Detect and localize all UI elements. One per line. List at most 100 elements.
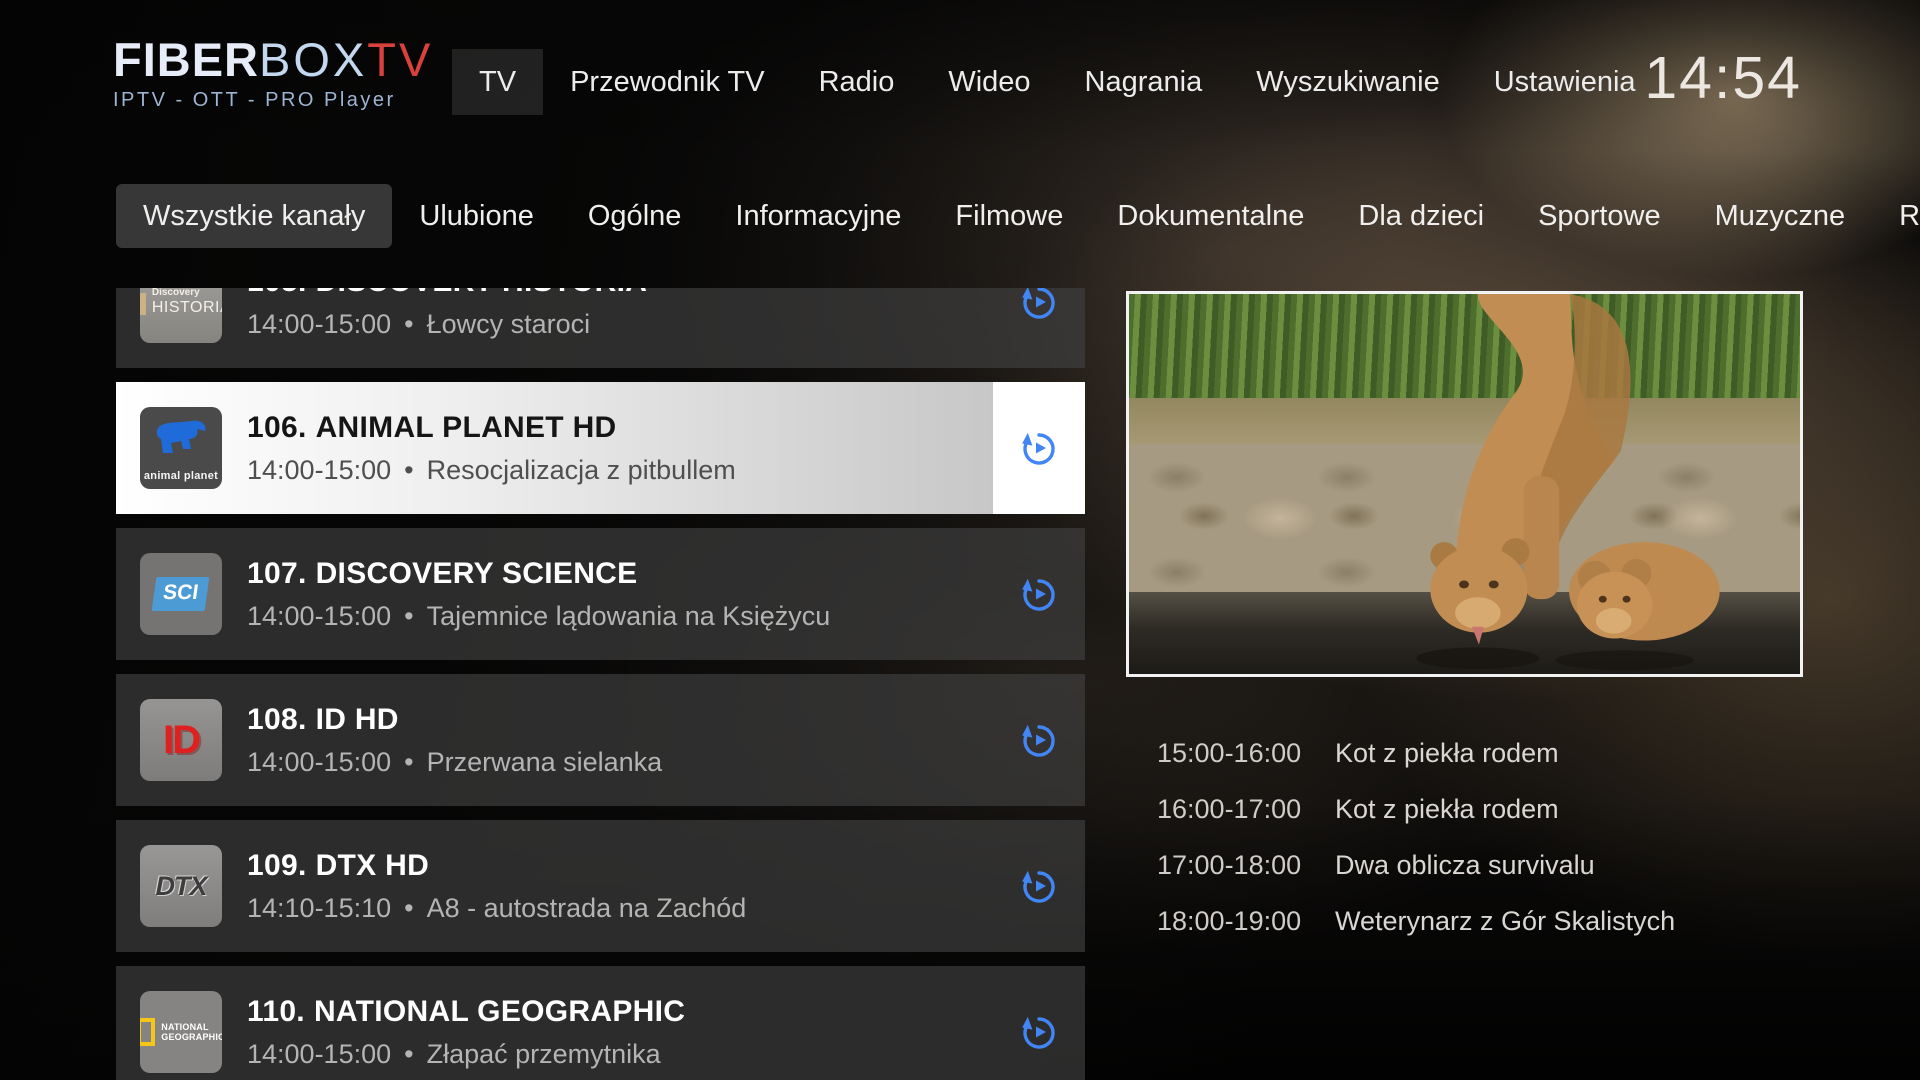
channel-title: 107.DISCOVERY SCIENCE xyxy=(247,557,830,591)
category-dla-dzieci[interactable]: Dla dzieci xyxy=(1331,184,1511,248)
channel-row-109[interactable]: DTX 109.DTX HD 14:10-15:10•A8 - autostra… xyxy=(116,820,1085,952)
category-label: Ogólne xyxy=(588,200,682,233)
category-dokumentalne[interactable]: Dokumentalne xyxy=(1090,184,1331,248)
channel-row-110[interactable]: NATIONAL GEOGRAPHIC 110.NATIONAL GEOGRAP… xyxy=(116,966,1085,1080)
channel-row-105[interactable]: Discovery HISTORIA 105.DISCOVERY HISTORI… xyxy=(116,288,1085,368)
channel-number: 110. xyxy=(247,995,305,1028)
channel-title: 105.DISCOVERY HISTORIA xyxy=(247,288,647,299)
category-label: Ulubione xyxy=(419,200,533,233)
program-time: 14:00-15:00 xyxy=(247,309,391,339)
program-time: 14:00-15:00 xyxy=(247,455,391,485)
category-label: Muzyczne xyxy=(1715,200,1846,233)
nav-item-label: TV xyxy=(479,66,516,99)
logo-text: SCI xyxy=(152,577,210,611)
program-title: Resocjalizacja z pitbullem xyxy=(427,455,736,485)
catchup-button[interactable] xyxy=(993,382,1085,514)
program-time: 14:00-15:00 xyxy=(247,601,391,631)
channel-name: DISCOVERY HISTORIA xyxy=(316,288,648,298)
lions-drinking-illustration xyxy=(1129,294,1800,674)
nav-item-label: Radio xyxy=(819,66,895,99)
channel-list: Discovery HISTORIA 105.DISCOVERY HISTORI… xyxy=(116,288,1085,1080)
channel-logo-national-geographic: NATIONAL GEOGRAPHIC xyxy=(140,991,222,1073)
national-geographic-yellow-frame-icon xyxy=(140,1018,155,1046)
schedule-time: 18:00-19:00 xyxy=(1157,906,1335,937)
discovery-historia-logo-icon xyxy=(140,288,147,319)
schedule-title: Weterynarz z Gór Skalistych xyxy=(1335,906,1675,937)
category-informacyjne[interactable]: Informacyjne xyxy=(708,184,928,248)
category-tabs: Wszystkie kanały Ulubione Ogólne Informa… xyxy=(116,184,1920,248)
catchup-button[interactable] xyxy=(993,528,1085,660)
channel-preview-video[interactable] xyxy=(1126,291,1803,677)
bullet-separator: • xyxy=(404,601,413,631)
channel-title: 108.ID HD xyxy=(247,703,662,737)
nav-item-label: Ustawienia xyxy=(1494,66,1636,99)
catchup-replay-icon xyxy=(1019,572,1059,616)
catchup-replay-icon xyxy=(1019,718,1059,762)
schedule-time: 16:00-17:00 xyxy=(1157,794,1335,825)
logo-text: Discovery xyxy=(152,288,222,298)
upcoming-schedule: 15:00-16:00 Kot z piekła rodem 16:00-17:… xyxy=(1157,725,1675,949)
program-time: 14:00-15:00 xyxy=(247,1039,391,1069)
channel-logo-discovery-science: SCI xyxy=(140,553,222,635)
nav-item-tv[interactable]: TV xyxy=(452,49,543,115)
category-wszystkie-kanaly[interactable]: Wszystkie kanały xyxy=(116,184,392,248)
bullet-separator: • xyxy=(404,455,413,485)
channel-row-107[interactable]: SCI 107.DISCOVERY SCIENCE 14:00-15:00•Ta… xyxy=(116,528,1085,660)
channel-title: 109.DTX HD xyxy=(247,849,746,883)
logo-fiber: FIBER xyxy=(113,33,259,86)
channel-row-106-selected[interactable]: animal planet 106. ANIMAL PLANET HD 14:00… xyxy=(116,382,1085,514)
program-title: Łowcy staroci xyxy=(427,309,591,339)
schedule-title: Kot z piekła rodem xyxy=(1335,794,1559,825)
catchup-button[interactable] xyxy=(993,966,1085,1080)
category-regionalne[interactable]: Regionalne xyxy=(1872,184,1920,248)
catchup-button[interactable] xyxy=(993,674,1085,806)
nav-item-wyszukiwanie[interactable]: Wyszukiwanie xyxy=(1229,49,1466,115)
app-logo: FIBERBOXTV IPTV - OTT - PRO Player xyxy=(113,36,433,112)
channel-now-playing: 14:10-15:10•A8 - autostrada na Zachód xyxy=(247,893,746,924)
channel-logo-discovery-historia: Discovery HISTORIA xyxy=(140,288,222,343)
catchup-button[interactable] xyxy=(993,288,1085,368)
nav-item-label: Wyszukiwanie xyxy=(1256,66,1439,99)
catchup-replay-icon xyxy=(1019,426,1059,470)
nav-item-nagrania[interactable]: Nagrania xyxy=(1058,49,1230,115)
channel-logo-id: ID xyxy=(140,699,222,781)
app-logo-wordmark: FIBERBOXTV xyxy=(113,36,433,83)
schedule-item: 17:00-18:00 Dwa oblicza survivalu xyxy=(1157,837,1675,893)
catchup-replay-icon xyxy=(1019,864,1059,908)
category-label: Wszystkie kanały xyxy=(143,200,365,233)
channel-name: ANIMAL PLANET HD xyxy=(316,411,617,444)
category-muzyczne[interactable]: Muzyczne xyxy=(1688,184,1873,248)
nav-item-label: Wideo xyxy=(948,66,1030,99)
channel-logo-animal-planet: animal planet xyxy=(140,407,222,489)
channel-name: DISCOVERY SCIENCE xyxy=(316,557,638,590)
program-title: A8 - autostrada na Zachód xyxy=(427,893,747,923)
channel-logo-dtx: DTX xyxy=(140,845,222,927)
channel-number: 108. xyxy=(247,703,307,736)
program-time: 14:00-15:00 xyxy=(247,747,391,777)
tv-app-screen: FIBERBOXTV IPTV - OTT - PRO Player TV Pr… xyxy=(0,0,1920,1080)
program-title: Złapać przemytnika xyxy=(427,1039,661,1069)
category-label: Filmowe xyxy=(955,200,1063,233)
bullet-separator: • xyxy=(404,1039,413,1069)
category-label: Regionalne xyxy=(1899,200,1920,233)
channel-now-playing: 14:00-15:00 • Złapać przemytnika xyxy=(247,1039,685,1070)
nav-item-wideo[interactable]: Wideo xyxy=(921,49,1057,115)
category-ogolne[interactable]: Ogólne xyxy=(561,184,709,248)
nav-item-radio[interactable]: Radio xyxy=(792,49,922,115)
logo-text: NATIONAL xyxy=(161,1022,222,1032)
channel-now-playing: 14:00-15:00 • Resocjalizacja z pitbullem xyxy=(247,455,736,486)
catchup-button[interactable] xyxy=(993,820,1085,952)
catchup-replay-icon xyxy=(1019,288,1059,324)
channel-row-108[interactable]: ID 108.ID HD 14:00-15:00•Przerwana siela… xyxy=(116,674,1085,806)
category-sportowe[interactable]: Sportowe xyxy=(1511,184,1688,248)
nav-item-przewodnik-tv[interactable]: Przewodnik TV xyxy=(543,49,792,115)
channel-number: 106. xyxy=(247,411,307,444)
program-time: 14:10-15:10 xyxy=(247,893,391,923)
logo-text: HISTORIA xyxy=(152,300,222,316)
nav-item-ustawienia[interactable]: Ustawienia xyxy=(1467,49,1663,115)
main-nav: TV Przewodnik TV Radio Wideo Nagrania Wy… xyxy=(452,49,1663,115)
category-filmowe[interactable]: Filmowe xyxy=(928,184,1090,248)
channel-list-rows: Discovery HISTORIA 105.DISCOVERY HISTORI… xyxy=(116,288,1085,1080)
category-ulubione[interactable]: Ulubione xyxy=(392,184,560,248)
program-title: Przerwana sielanka xyxy=(427,747,663,777)
